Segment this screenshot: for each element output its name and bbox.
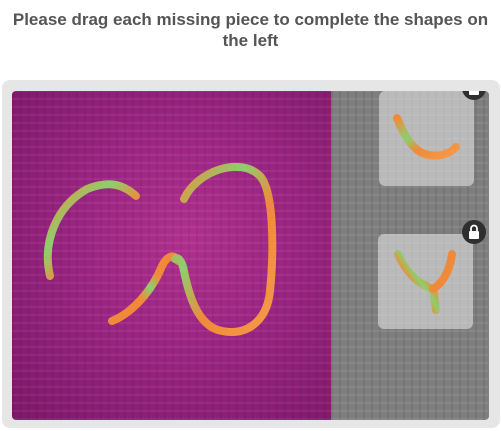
puzzle-board[interactable] — [12, 91, 331, 420]
instruction-title: Please drag each missing piece to comple… — [12, 10, 489, 50]
curve-piece-shape — [393, 114, 460, 160]
draggable-piece-2[interactable] — [378, 234, 473, 329]
fork-piece-shape — [394, 250, 456, 314]
middle-stroke — [108, 252, 182, 325]
incomplete-shapes — [43, 163, 277, 336]
piece-tray — [331, 91, 489, 420]
draggable-piece-1[interactable] — [379, 91, 474, 186]
lock-icon — [462, 220, 486, 244]
left-arc-stroke — [43, 180, 140, 280]
right-loop-stroke — [171, 163, 277, 336]
